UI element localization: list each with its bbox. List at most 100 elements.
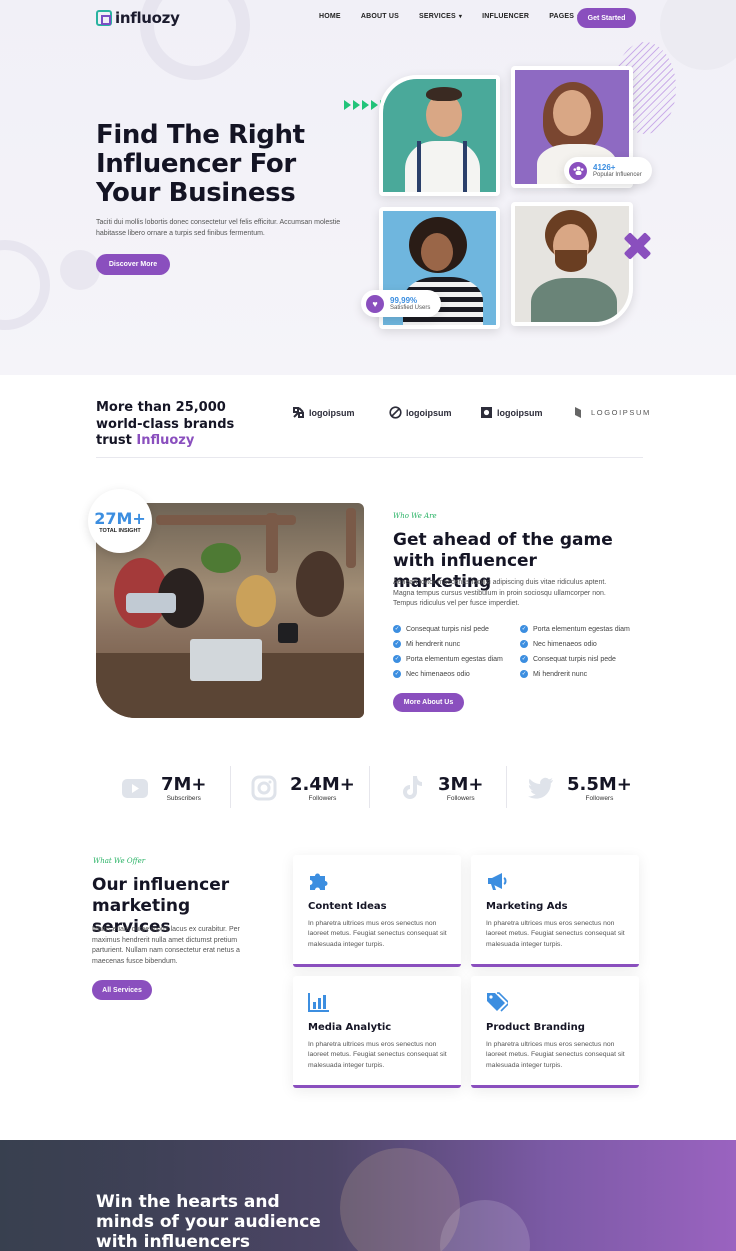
satisfied-users-value: 99,99% (390, 296, 418, 305)
services-text: Mattis etiam curae morbi lacus ex curabi… (92, 926, 240, 965)
logo-glyph-icon (293, 407, 304, 418)
logo-glyph-icon (389, 406, 402, 419)
megaphone-icon (488, 873, 507, 890)
x-decoration (622, 231, 652, 261)
check-icon: ✓ (393, 670, 401, 678)
checklist-item: ✓ Mi hendrerit nunc (520, 670, 588, 678)
services-eyebrow: What We Offer (93, 857, 146, 865)
partner-logo: logoipsum (389, 406, 452, 419)
social-stat-label: Subscribers (166, 794, 201, 802)
social-stat-label: Followers (308, 794, 337, 802)
total-insight-badge: 27M+ TOTAL INSIGHT (88, 489, 152, 553)
nav-item-services[interactable]: SERVICES ▾ (419, 13, 462, 20)
satisfied-users-card: ♥ 99,99% Satisfied Users (361, 290, 441, 317)
social-stat-label: Followers (446, 794, 475, 802)
twitter-icon (527, 774, 555, 802)
social-stat-label: Followers (585, 794, 614, 802)
total-insight-label: TOTAL INSIGHT (99, 527, 141, 534)
check-icon: ✓ (520, 670, 528, 678)
checklist-item: ✓ Consequat turpis nisl pede (520, 655, 616, 663)
checklist-item: ✓ Porta elementum egestas diam (393, 655, 503, 663)
social-stat-value: 3M+ (438, 773, 484, 795)
social-stat-value: 2.4M+ (290, 773, 355, 795)
nav-item-home[interactable]: HOME (319, 13, 341, 20)
nav-item-about[interactable]: ABOUT US (361, 13, 399, 20)
nav-menu: HOME ABOUT US SERVICES ▾ INFLUENCER PAGES… (319, 13, 600, 20)
youtube-icon (121, 774, 149, 802)
influencer-photo (379, 75, 500, 196)
service-card-content-ideas[interactable]: Content Ideas In pharetra ultrices mus e… (293, 855, 461, 967)
popular-influencer-card: 4126+ Popular Influencer (564, 157, 652, 184)
check-icon: ✓ (393, 640, 401, 648)
feature-checklist: ✓ Consequat turpis nisl pede ✓ Porta eleme… (393, 624, 643, 679)
users-icon (569, 161, 587, 180)
stat-divider (230, 766, 231, 808)
service-card-text: In pharetra ultrices mus eros senectus n… (486, 1041, 625, 1069)
all-services-button[interactable]: All Services (92, 980, 152, 1000)
service-card-title: Content Ideas (308, 901, 387, 912)
decorative-ring (0, 240, 50, 330)
site-logo[interactable]: influozy (96, 9, 180, 27)
brand-accent-name: Influozy (136, 433, 195, 448)
logo-icon (96, 10, 112, 26)
checklist-item: ✓ Nec himenaeos odio (393, 670, 470, 678)
check-icon: ✓ (520, 640, 528, 648)
social-stat-value: 7M+ (161, 773, 207, 795)
bar-chart-icon (308, 993, 329, 1012)
popular-influencer-value: 4126+ (593, 163, 616, 172)
heart-icon: ♥ (366, 294, 384, 313)
tiktok-icon (398, 774, 426, 802)
service-card-product-branding[interactable]: Product Branding In pharetra ultrices mu… (471, 976, 639, 1088)
service-card-title: Media Analytic (308, 1022, 392, 1033)
brands-heading: More than 25,000 world-class brands trus… (96, 400, 235, 448)
banner-title: Win the hearts and minds of your audienc… (96, 1192, 321, 1251)
about-text: Aenean tortor maecenas facilisi adipisci… (393, 579, 607, 607)
social-stat-value: 5.5M+ (567, 773, 632, 795)
logo-glyph-icon (481, 407, 492, 418)
social-stat-twitter: 5.5M+ Followers (527, 768, 632, 808)
check-icon: ✓ (520, 625, 528, 633)
logo-glyph-icon (575, 407, 581, 418)
instagram-icon (250, 774, 278, 802)
service-card-text: In pharetra ultrices mus eros senectus n… (486, 920, 625, 948)
puzzle-icon (310, 873, 328, 890)
check-icon: ✓ (393, 655, 401, 663)
satisfied-users-label: Satisfied Users (390, 305, 431, 311)
stat-divider (506, 766, 507, 808)
chevron-down-icon: ▾ (458, 14, 463, 20)
checklist-item: ✓ Nec himenaeos odio (520, 640, 597, 648)
nav-item-influencer[interactable]: INFLUENCER (482, 13, 529, 20)
check-icon: ✓ (393, 625, 401, 633)
more-about-us-button[interactable]: More About Us (393, 693, 464, 712)
hero-title: Find The Right Influencer For Your Busin… (96, 120, 305, 208)
get-started-button[interactable]: Get Started (577, 8, 636, 28)
nav-item-pages[interactable]: PAGES▾ (549, 13, 580, 20)
partner-logo: logoipsum (480, 406, 543, 419)
logo-text: influozy (115, 9, 180, 27)
service-card-title: Marketing Ads (486, 901, 568, 912)
social-stat-instagram: 2.4M+ Followers (250, 768, 355, 808)
checklist-item: ✓ Porta elementum egestas diam (520, 625, 630, 633)
tags-icon (487, 992, 508, 1012)
decorative-dot (60, 250, 100, 290)
service-card-media-analytic[interactable]: Media Analytic In pharetra ultrices mus … (293, 976, 461, 1088)
partner-logo: logoipsum (292, 406, 355, 419)
checklist-item: ✓ Mi hendrerit nunc (393, 640, 461, 648)
discover-more-button[interactable]: Discover More (96, 254, 170, 275)
influencer-photo (511, 202, 633, 326)
service-card-text: In pharetra ultrices mus eros senectus n… (308, 1041, 447, 1069)
service-card-marketing-ads[interactable]: Marketing Ads In pharetra ultrices mus e… (471, 855, 639, 967)
popular-influencer-label: Popular Influencer (593, 172, 642, 178)
partner-logo: LOGOIPSUM (574, 406, 651, 419)
service-card-title: Product Branding (486, 1022, 585, 1033)
top-navigation: influozy HOME ABOUT US SERVICES ▾ INFLUEN… (0, 0, 736, 36)
section-divider (96, 457, 643, 458)
check-icon: ✓ (520, 655, 528, 663)
hero-subtitle: Taciti dui mollis lobortis donec consect… (96, 219, 341, 237)
about-eyebrow: Who We Are (393, 512, 437, 520)
hero-section: influozy HOME ABOUT US SERVICES ▾ INFLUEN… (0, 0, 736, 375)
service-card-text: In pharetra ultrices mus eros senectus n… (308, 920, 447, 948)
stat-divider (369, 766, 370, 808)
checklist-item: ✓ Consequat turpis nisl pede (393, 625, 489, 633)
social-stat-youtube: 7M+ Subscribers (121, 768, 207, 808)
